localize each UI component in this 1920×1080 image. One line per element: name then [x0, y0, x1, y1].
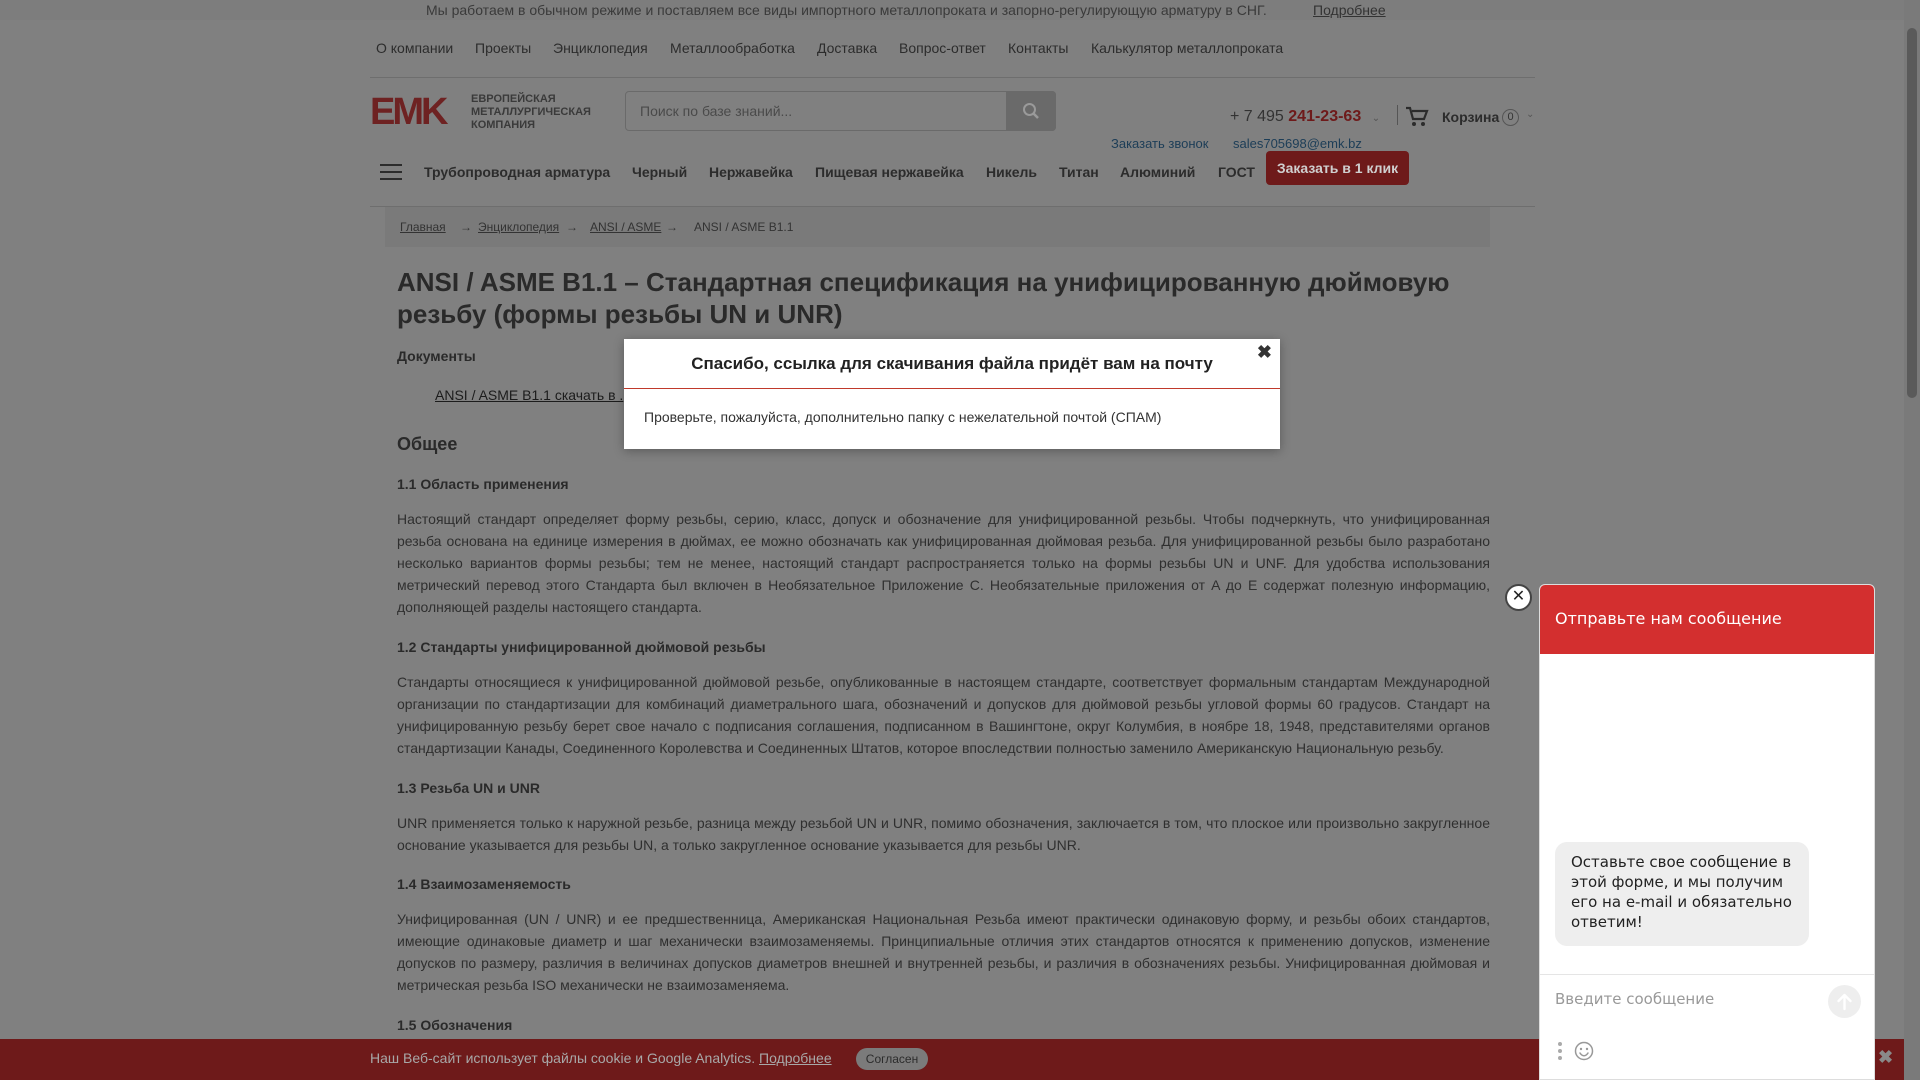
company-logo[interactable]: EMK ЕВРОПЕЙСКАЯ МЕТАЛЛУРГИЧЕСКАЯ КОМПАНИ…	[370, 91, 606, 131]
nav-titanium[interactable]: Титан	[1059, 164, 1099, 180]
paragraph: UNR применяется только к наружной резьбе…	[397, 815, 1490, 853]
email-link[interactable]: sales705698@emk.bz	[1233, 136, 1362, 151]
emoji-icon[interactable]	[1574, 1041, 1594, 1061]
search-button[interactable]	[1006, 91, 1056, 131]
topnav-encyclopedia[interactable]: Энциклопедия	[553, 40, 648, 56]
documents-heading: Документы	[397, 348, 476, 364]
subsection-heading: 1.2 Стандарты унифицированной дюймовой р…	[397, 639, 766, 655]
page-title: ANSI / ASME B1.1 – Стандартная специфика…	[397, 267, 1450, 329]
chat-divider	[1540, 974, 1874, 975]
top-navigation: О компании Проекты Энциклопедия Металлоо…	[370, 20, 1535, 78]
announcement-more-link[interactable]: Подробнее	[1313, 2, 1386, 18]
search-icon	[1023, 103, 1039, 119]
document-download-link[interactable]: ANSI / ASME B1.1 скачать в .	[435, 387, 623, 403]
nav-nickel[interactable]: Никель	[986, 164, 1037, 180]
send-button[interactable]	[1828, 985, 1861, 1018]
breadcrumb-separator: →	[460, 220, 472, 234]
topnav-metalworking[interactable]: Металлообработка	[670, 40, 795, 56]
topnav-contacts[interactable]: Контакты	[1008, 40, 1068, 56]
callback-link[interactable]: Заказать звонок	[1111, 136, 1208, 151]
logo-text: ЕВРОПЕЙСКАЯ МЕТАЛЛУРГИЧЕСКАЯ КОМПАНИЯ	[471, 93, 591, 131]
main-content: Главная → Энциклопедия → ANSI / ASME → A…	[370, 206, 1535, 1080]
chat-header: Отправьте нам сообщение	[1540, 585, 1874, 654]
nav-stainless[interactable]: Нержавейка	[709, 164, 793, 180]
order-one-click-button[interactable]: Заказать в 1 клик	[1266, 151, 1409, 185]
subsection-heading: 1.3 Резьба UN и UNR	[397, 780, 540, 796]
topnav-projects[interactable]: Проекты	[475, 40, 531, 56]
chat-title: Отправьте нам сообщение	[1555, 609, 1782, 628]
subsection-heading: 1.5 Обозначения	[397, 1017, 513, 1033]
site-header: О компании Проекты Энциклопедия Металлоо…	[0, 20, 1904, 208]
modal-title: Спасибо, ссылка для скачивания файла при…	[624, 339, 1280, 389]
phone-prefix: + 7 495	[1230, 108, 1284, 125]
breadcrumb-separator: →	[666, 220, 678, 234]
breadcrumb-separator: →	[566, 220, 578, 234]
cookie-text: Наш Веб-сайт использует файлы cookie и G…	[370, 1050, 756, 1066]
breadcrumb-home[interactable]: Главная	[400, 220, 446, 234]
phone-digits: 241-23-63	[1288, 108, 1362, 125]
section-heading: Общее	[397, 434, 458, 454]
page-scrollbar[interactable]	[1904, 0, 1920, 1080]
top-announcement-bar: Мы работаем в обычном режиме и поставляе…	[0, 0, 1904, 20]
close-icon[interactable]: ✖	[1878, 1047, 1893, 1068]
nav-pipe-fittings[interactable]: Трубопроводная арматура	[424, 164, 610, 180]
cart-count-badge: 0	[1502, 109, 1519, 126]
search-box	[625, 91, 1056, 131]
phone-number[interactable]: + 7 495 241-23-63 ⌄	[1230, 108, 1380, 126]
breadcrumb-ansi-asme[interactable]: ANSI / ASME	[590, 220, 661, 234]
paragraph: Стандарты относящиеся к унифицированной …	[397, 674, 1490, 756]
scrollbar-thumb[interactable]	[1907, 28, 1917, 398]
chat-message-input[interactable]	[1555, 987, 1825, 1011]
chat-welcome-message: Оставьте свое сообщение в этой форме, и …	[1555, 842, 1809, 946]
subsection-heading: 1.4 Взаимозаменяемость	[397, 876, 571, 892]
modal-text: Проверьте, пожалуйста, дополнительно пап…	[644, 409, 1162, 425]
cart-icon[interactable]	[1405, 106, 1429, 128]
more-options-icon[interactable]	[1558, 1042, 1562, 1060]
breadcrumb-encyclopedia[interactable]: Энциклопедия	[478, 220, 559, 234]
nav-food-stainless[interactable]: Пищевая нержавейка	[815, 164, 964, 180]
breadcrumb: Главная → Энциклопедия → ANSI / ASME → A…	[385, 207, 1490, 247]
chevron-down-icon: ⌄	[1371, 113, 1381, 124]
chat-close-button[interactable]: ✕	[1505, 584, 1532, 611]
nav-aluminium[interactable]: Алюминий	[1120, 164, 1195, 180]
topnav-delivery[interactable]: Доставка	[817, 40, 877, 56]
topnav-about[interactable]: О компании	[376, 40, 453, 56]
arrow-up-icon	[1837, 993, 1852, 1011]
main-navigation: Трубопроводная арматура Черный Нержавейк…	[370, 151, 1535, 193]
download-notice-modal: Спасибо, ссылка для скачивания файла при…	[624, 339, 1280, 449]
nav-gost[interactable]: ГОСТ	[1218, 164, 1255, 180]
cookie-more-link[interactable]: Подробнее	[759, 1050, 832, 1066]
cookie-accept-button[interactable]: Согласен	[856, 1048, 928, 1070]
cart-divider	[1397, 105, 1398, 125]
cart-label[interactable]: Корзина	[1442, 109, 1499, 125]
topnav-calculator[interactable]: Калькулятор металлопроката	[1091, 40, 1283, 56]
search-input[interactable]	[626, 92, 1006, 130]
nav-black-metal[interactable]: Черный	[632, 164, 687, 180]
close-icon[interactable]: ✖	[1257, 342, 1272, 363]
logo-mark: EMK	[370, 91, 448, 133]
topnav-faq[interactable]: Вопрос-ответ	[899, 40, 986, 56]
breadcrumb-current: ANSI / ASME B1.1	[694, 220, 794, 234]
chat-widget: Отправьте нам сообщение Оставьте свое со…	[1539, 584, 1875, 1080]
menu-icon[interactable]	[380, 164, 402, 180]
subsection-heading: 1.1 Область применения	[397, 476, 569, 492]
announcement-text: Мы работаем в обычном режиме и поставляе…	[426, 2, 1267, 18]
chevron-down-icon[interactable]: ⌄	[1526, 109, 1534, 120]
paragraph: Унифицированная (UN / UNR) и ее предшест…	[397, 911, 1490, 993]
paragraph: Настоящий стандарт определяет форму резь…	[397, 511, 1490, 615]
